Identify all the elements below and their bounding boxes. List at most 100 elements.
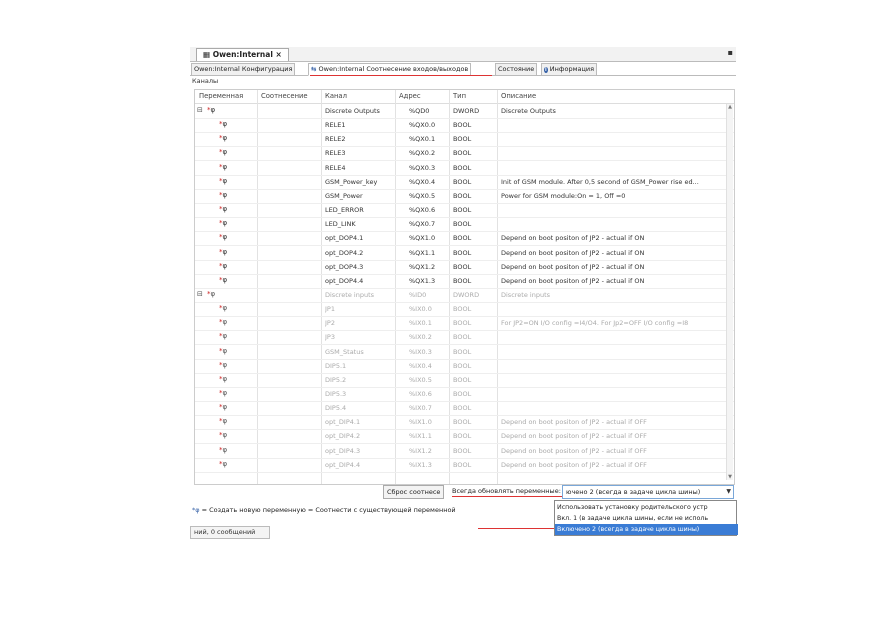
chevron-down-icon[interactable]: ▼ — [726, 486, 731, 498]
document-tab[interactable]: ▦ Owen:Internal × — [196, 48, 289, 61]
variable-mapping-icon[interactable]: *φ — [219, 163, 227, 171]
table-row[interactable]: *φ LED_LINK %QX0.7 BOOL — [195, 217, 734, 233]
col-address[interactable]: Адрес — [399, 92, 421, 100]
pin-icon[interactable]: ▪ — [728, 48, 733, 57]
variable-mapping-icon[interactable]: *φ — [219, 318, 227, 326]
table-row[interactable]: *φ RELE2 %QX0.1 BOOL — [195, 132, 734, 148]
channel-cell: GSM_Power — [325, 191, 363, 200]
channel-cell: Discrete inputs — [325, 290, 375, 299]
tab-label: Owen:Internal Соотнесение входов/выходов — [318, 65, 469, 73]
col-mapping[interactable]: Соотнесение — [261, 92, 308, 100]
always-update-select[interactable]: ючено 2 (всегда в задаче цикла шины) ▼ — [562, 485, 734, 499]
col-description[interactable]: Описание — [501, 92, 536, 100]
variable-mapping-icon[interactable]: *φ — [219, 148, 227, 156]
table-row[interactable]: *φ opt_DOP4.2 %QX1.1 BOOL Depend on boot pos… — [195, 246, 734, 261]
table-row[interactable]: *φ DIP5.4 %IX0.7 BOOL — [195, 401, 734, 417]
table-row[interactable]: *φ RELE4 %QX0.3 BOOL — [195, 161, 734, 176]
col-variable[interactable]: Переменная — [199, 92, 243, 100]
tab-information[interactable]: i Информация — [541, 63, 598, 76]
col-type[interactable]: Тип — [453, 92, 466, 100]
description-cell: Depend on boot positon of JP2 - actual i… — [501, 432, 647, 441]
description-cell: For JP2=ON I/O config =I4/O4. For Jp2=OF… — [501, 319, 689, 328]
description-cell: Depend on boot positon of JP2 - actual i… — [501, 446, 647, 455]
variable-mapping-icon[interactable]: *φ — [219, 191, 227, 199]
variable-mapping-icon[interactable]: *φ — [219, 177, 227, 185]
table-row[interactable]: *φ RELE1 %QX0.0 BOOL — [195, 118, 734, 134]
variable-mapping-icon[interactable]: *φ — [219, 375, 227, 383]
table-row[interactable]: *φ RELE3 %QX0.2 BOOL — [195, 146, 734, 162]
bottom-toolbar: Сброс соотнесе Всегда обновлять переменн… — [192, 485, 734, 499]
collapse-icon[interactable]: ⊟ — [197, 290, 203, 298]
close-icon[interactable]: × — [276, 50, 282, 59]
variable-mapping-icon[interactable]: *φ — [219, 389, 227, 397]
table-row[interactable]: *φ opt_DIP4.1 %IX1.0 BOOL Depend on boot pos… — [195, 415, 734, 431]
table-row[interactable]: *φ opt_DOP4.4 %QX1.3 BOOL Depend on boot pos… — [195, 274, 734, 289]
tab-configuration[interactable]: Owen:Internal Конфигурация — [191, 63, 296, 76]
table-row[interactable]: *φ opt_DIP4.3 %IX1.2 BOOL Depend on boot pos… — [195, 444, 734, 459]
messages-status[interactable]: ний, 0 сообщений — [190, 526, 270, 539]
table-group-row[interactable]: ⊟ *φ Discrete inputs %ID0 DWORD Discrete inpu… — [195, 288, 734, 303]
type-cell: BOOL — [453, 177, 472, 186]
scroll-down-icon[interactable]: ▼ — [727, 474, 733, 480]
variable-mapping-icon[interactable]: *φ — [219, 431, 227, 439]
variable-mapping-icon[interactable]: *φ — [219, 276, 227, 284]
table-row[interactable]: *φ JP2 %IX0.1 BOOL For JP2=ON I/O config =I4… — [195, 316, 734, 332]
vertical-scrollbar[interactable]: ▲ ▼ — [726, 104, 733, 480]
table-row[interactable]: *φ GSM_Power_key %QX0.4 BOOL Init of GSM mod… — [195, 175, 734, 190]
variable-mapping-icon[interactable]: *φ — [207, 106, 215, 114]
type-cell: BOOL — [453, 347, 472, 356]
variable-mapping-icon[interactable]: *φ — [219, 134, 227, 142]
table-row[interactable]: *φ opt_DIP4.2 %IX1.1 BOOL Depend on boot pos… — [195, 429, 734, 445]
table-row[interactable]: *φ GSM_Status %IX0.3 BOOL — [195, 345, 734, 360]
always-update-dropdown: Использовать установку родительского уст… — [554, 500, 738, 536]
variable-mapping-icon[interactable]: *φ — [219, 205, 227, 213]
table-row[interactable]: *φ opt_DOP4.1 %QX1.0 BOOL Depend on boot pos… — [195, 231, 734, 247]
channel-cell: JP3 — [325, 333, 335, 342]
type-cell: BOOL — [453, 319, 472, 328]
variable-mapping-icon[interactable]: *φ — [219, 460, 227, 468]
variable-mapping-icon[interactable]: *φ — [219, 120, 227, 128]
type-cell: BOOL — [453, 276, 472, 285]
dropdown-option[interactable]: Вкл. 1 (в задаче цикла шины, если не исп… — [555, 513, 738, 524]
type-cell: BOOL — [453, 404, 472, 413]
dropdown-option-selected[interactable]: Включено 2 (всегда в задаче цикла шины) — [555, 524, 738, 535]
variable-mapping-icon[interactable]: *φ — [219, 417, 227, 425]
table-row[interactable]: *φ DIP5.3 %IX0.6 BOOL — [195, 387, 734, 402]
table-row[interactable]: *φ opt_DIP4.4 %IX1.3 BOOL Depend on boot pos… — [195, 458, 734, 473]
variable-mapping-icon[interactable]: *φ — [219, 262, 227, 270]
channel-cell: GSM_Power_key — [325, 177, 378, 186]
table-row[interactable]: *φ DIP5.2 %IX0.5 BOOL — [195, 373, 734, 388]
variable-mapping-icon[interactable]: *φ — [219, 347, 227, 355]
address-cell: %QX0.2 — [409, 149, 436, 158]
table-row[interactable]: *φ JP1 %IX0.0 BOOL — [195, 302, 734, 318]
table-row[interactable]: *φ DIP5.1 %IX0.4 BOOL — [195, 359, 734, 374]
table-row[interactable]: *φ opt_DOP4.3 %QX1.2 BOOL Depend on boot pos… — [195, 260, 734, 275]
variable-mapping-icon[interactable]: *φ — [219, 403, 227, 411]
channel-cell: RELE4 — [325, 163, 346, 172]
variable-mapping-icon[interactable]: *φ — [219, 304, 227, 312]
variable-mapping-icon[interactable]: *φ — [219, 332, 227, 340]
address-cell: %IX0.5 — [409, 375, 432, 384]
channel-cell: opt_DIP4.2 — [325, 432, 361, 441]
scroll-up-icon[interactable]: ▲ — [727, 104, 733, 110]
address-cell: %QX1.0 — [409, 234, 436, 243]
col-channel[interactable]: Канал — [325, 92, 347, 100]
variable-mapping-icon[interactable]: *φ — [207, 290, 215, 298]
tab-label: Состояние — [498, 65, 535, 73]
type-cell: BOOL — [453, 432, 472, 441]
dropdown-option[interactable]: Использовать установку родительского уст… — [555, 502, 738, 513]
collapse-icon[interactable]: ⊟ — [197, 106, 203, 114]
table-row[interactable]: *φ JP3 %IX0.2 BOOL — [195, 330, 734, 346]
variable-mapping-icon[interactable]: *φ — [219, 219, 227, 227]
type-cell: BOOL — [453, 135, 472, 144]
table-group-row[interactable]: ⊟ *φ Discrete Outputs %QD0 DWORD Discrete Out… — [195, 104, 734, 119]
tab-status[interactable]: Состояние — [495, 63, 538, 76]
variable-mapping-icon[interactable]: *φ — [219, 233, 227, 241]
variable-mapping-icon[interactable]: *φ — [219, 446, 227, 454]
variable-mapping-icon[interactable]: *φ — [219, 361, 227, 369]
table-row[interactable]: *φ LED_ERROR %QX0.6 BOOL — [195, 203, 734, 219]
address-cell: %IX0.7 — [409, 404, 432, 413]
variable-mapping-icon[interactable]: *φ — [219, 248, 227, 256]
reset-mapping-button[interactable]: Сброс соотнесе — [383, 485, 445, 499]
table-row[interactable]: *φ GSM_Power %QX0.5 BOOL Power for GSM modul… — [195, 189, 734, 204]
